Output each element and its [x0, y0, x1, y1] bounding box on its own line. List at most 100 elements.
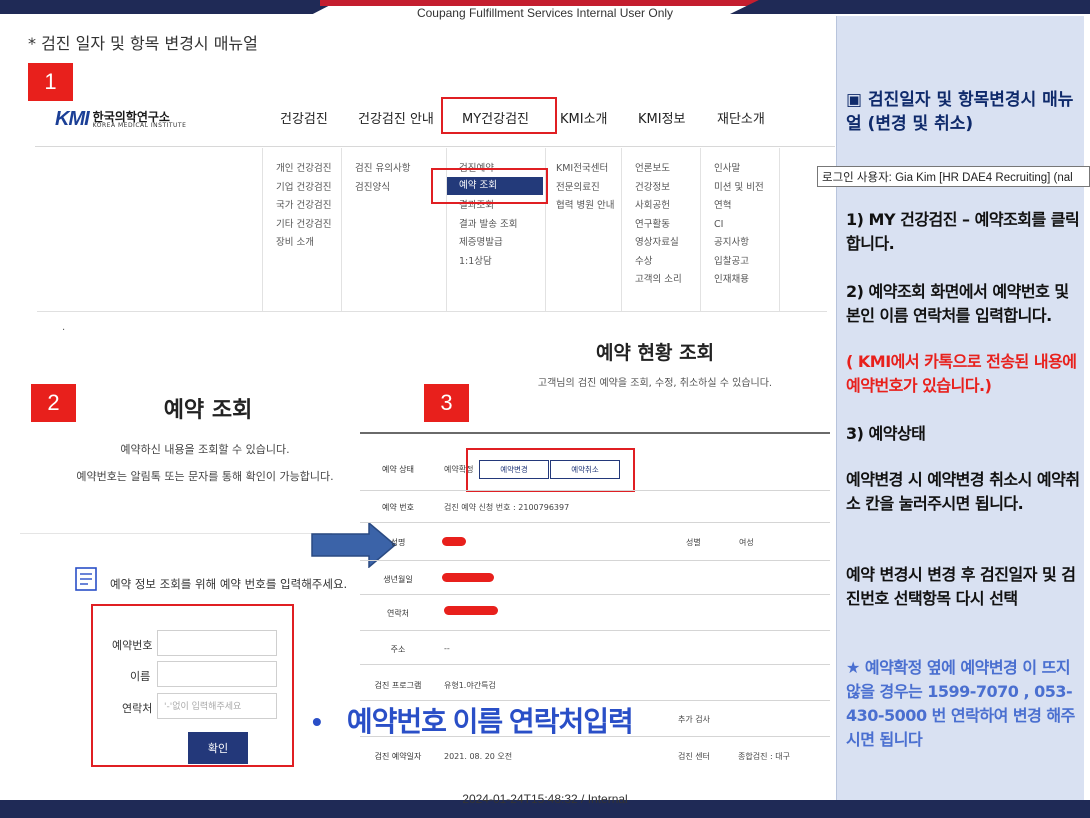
- gender-value: 여성: [739, 538, 754, 547]
- nav-kmi-info[interactable]: KMI정보: [638, 108, 686, 127]
- step3-change-cancel: 예약변경 시 예약변경 취소시 예약취소 칸을 눌러주시면 됩니다.: [846, 470, 1080, 513]
- date-row-label: 검진 예약일자: [374, 752, 422, 761]
- submenu-item[interactable]: 국가 건강검진: [276, 197, 331, 216]
- reservation-number-value: 검진 예약 신청 번호 : 2100796397: [444, 503, 570, 512]
- redacted-phone: [444, 606, 498, 615]
- submenu-item[interactable]: 연혁: [714, 197, 764, 216]
- table-row-divider: [360, 522, 830, 523]
- nav-health-checkup[interactable]: 건강검진: [280, 108, 328, 127]
- kmi-logo-mark: KMI: [55, 108, 90, 130]
- submenu-item[interactable]: 건강정보: [635, 179, 682, 198]
- birth-row-label: 생년월일: [383, 575, 413, 584]
- name-label: 이름: [130, 670, 151, 683]
- submenu-item[interactable]: 연구활동: [635, 216, 682, 235]
- step-badge-3: 3: [424, 384, 469, 422]
- submenu-item[interactable]: 개인 건강검진: [276, 160, 331, 179]
- highlight-my-checkup: [441, 97, 557, 134]
- name-input[interactable]: [157, 661, 277, 687]
- description-line-1: 예약하신 내용을 조회할 수 있습니다.: [120, 443, 290, 456]
- submenu-item[interactable]: 수상: [635, 253, 682, 272]
- submenu-item[interactable]: 언론보도: [635, 160, 682, 179]
- reservation-number-row-label: 예약 번호: [382, 503, 414, 512]
- submenu-item[interactable]: 공지사항: [714, 234, 764, 253]
- submenu-item[interactable]: 1:1상담: [459, 253, 517, 272]
- program-value: 유형1.야간특검: [444, 681, 496, 690]
- submenu-item[interactable]: 검진 유의사항: [355, 160, 410, 179]
- kmi-logo[interactable]: KMI 한국의학연구소 KOREA MEDICAL INSTITUTE: [55, 108, 186, 131]
- login-user-tooltip: 로그인 사용자: Gia Kim [HR DAE4 Recruiting] (n…: [817, 166, 1090, 187]
- table-row-divider: [360, 594, 830, 595]
- submenu-item[interactable]: 영상자료실: [635, 234, 682, 253]
- phone-row-label: 연락처: [386, 609, 410, 618]
- submenu-item[interactable]: KMI전국센터: [556, 160, 614, 179]
- step-badge-2: 2: [31, 384, 76, 422]
- kmi-logo-english: KOREA MEDICAL INSTITUTE: [92, 121, 187, 129]
- instruction-title: ▣ 검진일자 및 항목변경시 매뉴얼 (변경 및 취소): [846, 90, 1074, 134]
- reservation-number-input[interactable]: [157, 630, 277, 656]
- page-title: * 검진 일자 및 항목 변경시 매뉴얼: [28, 34, 258, 53]
- nav-kmi-intro[interactable]: KMI소개: [560, 108, 608, 127]
- nav-foundation[interactable]: 재단소개: [717, 108, 765, 127]
- submenu-guide: 검진 유의사항 검진양식: [355, 160, 410, 197]
- submenu-foundation: 인사말 미션 및 비전 연혁 CI 공지사항 입찰공고 인재채용: [714, 160, 764, 290]
- submenu-divider: [341, 148, 342, 311]
- table-row-divider: [360, 560, 830, 561]
- submenu-item[interactable]: 기업 건강검진: [276, 179, 331, 198]
- step3-reselect: 예약 변경시 변경 후 검진일자 및 검진번호 선택항목 다시 선택: [846, 565, 1076, 608]
- status-lookup-subtitle: 고객님의 검진 예약을 조회, 수정, 취소하실 수 있습니다.: [537, 378, 773, 389]
- highlight-reservation-lookup: [431, 168, 548, 204]
- nav-checkup-guide[interactable]: 건강검진 안내: [358, 108, 434, 127]
- caption-bullet: •: [312, 706, 322, 737]
- status-lookup-title: 예약 현황 조회: [595, 342, 715, 364]
- document-icon: [75, 567, 97, 591]
- submenu-item[interactable]: 전문의료진: [556, 179, 614, 198]
- table-row-divider: [360, 490, 830, 491]
- redacted-name: [442, 537, 466, 546]
- stray-dot: .: [62, 322, 66, 333]
- submenu-divider: [779, 148, 780, 311]
- kmi-logo-korean: 한국의학연구소: [92, 109, 170, 124]
- submenu-item[interactable]: 장비 소개: [276, 234, 331, 253]
- center-label: 검진 센터: [678, 752, 710, 761]
- input-caption: • 예약번호 이름 연락처입력: [312, 700, 634, 740]
- submenu-item[interactable]: 인사말: [714, 160, 764, 179]
- contact-note: ★ 예약확정 옆에 예약변경 이 뜨지 않을 경우는 1599-7070 , 0…: [846, 658, 1075, 749]
- address-row-label: 주소: [390, 645, 406, 654]
- extra-test-label: 추가 검사: [678, 715, 710, 724]
- submenu-item[interactable]: 결과 발송 조회: [459, 216, 517, 235]
- submenu-item[interactable]: 고객의 소리: [635, 271, 682, 290]
- redacted-birth: [442, 573, 494, 582]
- submenu-item[interactable]: 미션 및 비전: [714, 179, 764, 198]
- phone-label: 연락처: [122, 702, 153, 715]
- confirm-button[interactable]: 확인: [188, 732, 248, 764]
- menu-bottom-divider: [37, 311, 827, 312]
- highlight-status-buttons: [466, 448, 635, 492]
- lookup-guide-text: 예약 정보 조회를 위해 예약 번호를 입력해주세요.: [110, 577, 348, 591]
- submenu-divider: [262, 148, 263, 311]
- phone-input[interactable]: '-'없이 입력해주세요: [157, 693, 277, 719]
- table-top-border: [360, 432, 830, 434]
- submenu-item[interactable]: CI: [714, 216, 764, 235]
- caption-text: 예약번호 이름 연락처입력: [346, 706, 634, 737]
- name-row-label: 성명: [390, 538, 406, 547]
- center-value: 종합검진 : 대구: [738, 752, 790, 761]
- submenu-kmi-intro: KMI전국센터 전문의료진 협력 병원 안내: [556, 160, 614, 216]
- submenu-item[interactable]: 협력 병원 안내: [556, 197, 614, 216]
- step2-text: 2) 예약조회 화면에서 예약번호 및 본인 이름 연락처를 입력합니다.: [846, 282, 1069, 325]
- submenu-item[interactable]: 기타 건강검진: [276, 216, 331, 235]
- address-value: --: [444, 644, 450, 653]
- footer-timestamp: 2024-01-24T15:48:32 / Internal: [462, 792, 628, 806]
- step1-text: 1) MY 건강검진 – 예약조회를 클릭합니다.: [846, 210, 1080, 253]
- step2-note: ( KMI에서 카톡으로 전송된 내용에 예약번호가 있습니다.): [846, 352, 1077, 395]
- submenu-divider: [700, 148, 701, 311]
- step-badge-1: 1: [28, 63, 73, 101]
- submenu-kmi-info: 언론보도 건강정보 사회공헌 연구활동 영상자료실 수상 고객의 소리: [635, 160, 682, 290]
- program-row-label: 검진 프로그램: [374, 681, 422, 690]
- submenu-item[interactable]: 인재채용: [714, 271, 764, 290]
- submenu-item[interactable]: 사회공헌: [635, 197, 682, 216]
- submenu-item[interactable]: 입찰공고: [714, 253, 764, 272]
- submenu-item[interactable]: 검진양식: [355, 179, 410, 198]
- step3-text: 3) 예약상태: [846, 424, 926, 443]
- description-line-2: 예약번호는 알림톡 또는 문자를 통해 확인이 가능합니다.: [76, 470, 334, 483]
- submenu-item[interactable]: 제증명발급: [459, 234, 517, 253]
